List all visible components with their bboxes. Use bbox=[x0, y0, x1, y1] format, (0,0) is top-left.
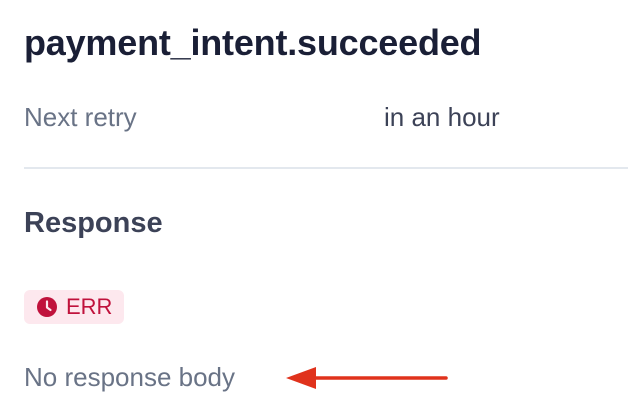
next-retry-row: Next retry in an hour bbox=[24, 102, 604, 136]
event-title: payment_intent.succeeded bbox=[24, 22, 482, 63]
response-body-empty: No response body bbox=[24, 362, 236, 392]
status-badge-label: ERR bbox=[66, 294, 113, 319]
section-divider bbox=[24, 167, 628, 169]
response-section-title: Response bbox=[24, 207, 163, 239]
annotation-arrow bbox=[286, 367, 448, 389]
next-retry-value: in an hour bbox=[384, 102, 500, 132]
status-badge: ERR bbox=[24, 290, 125, 324]
clock-icon bbox=[36, 296, 58, 318]
next-retry-label: Next retry bbox=[24, 102, 137, 132]
